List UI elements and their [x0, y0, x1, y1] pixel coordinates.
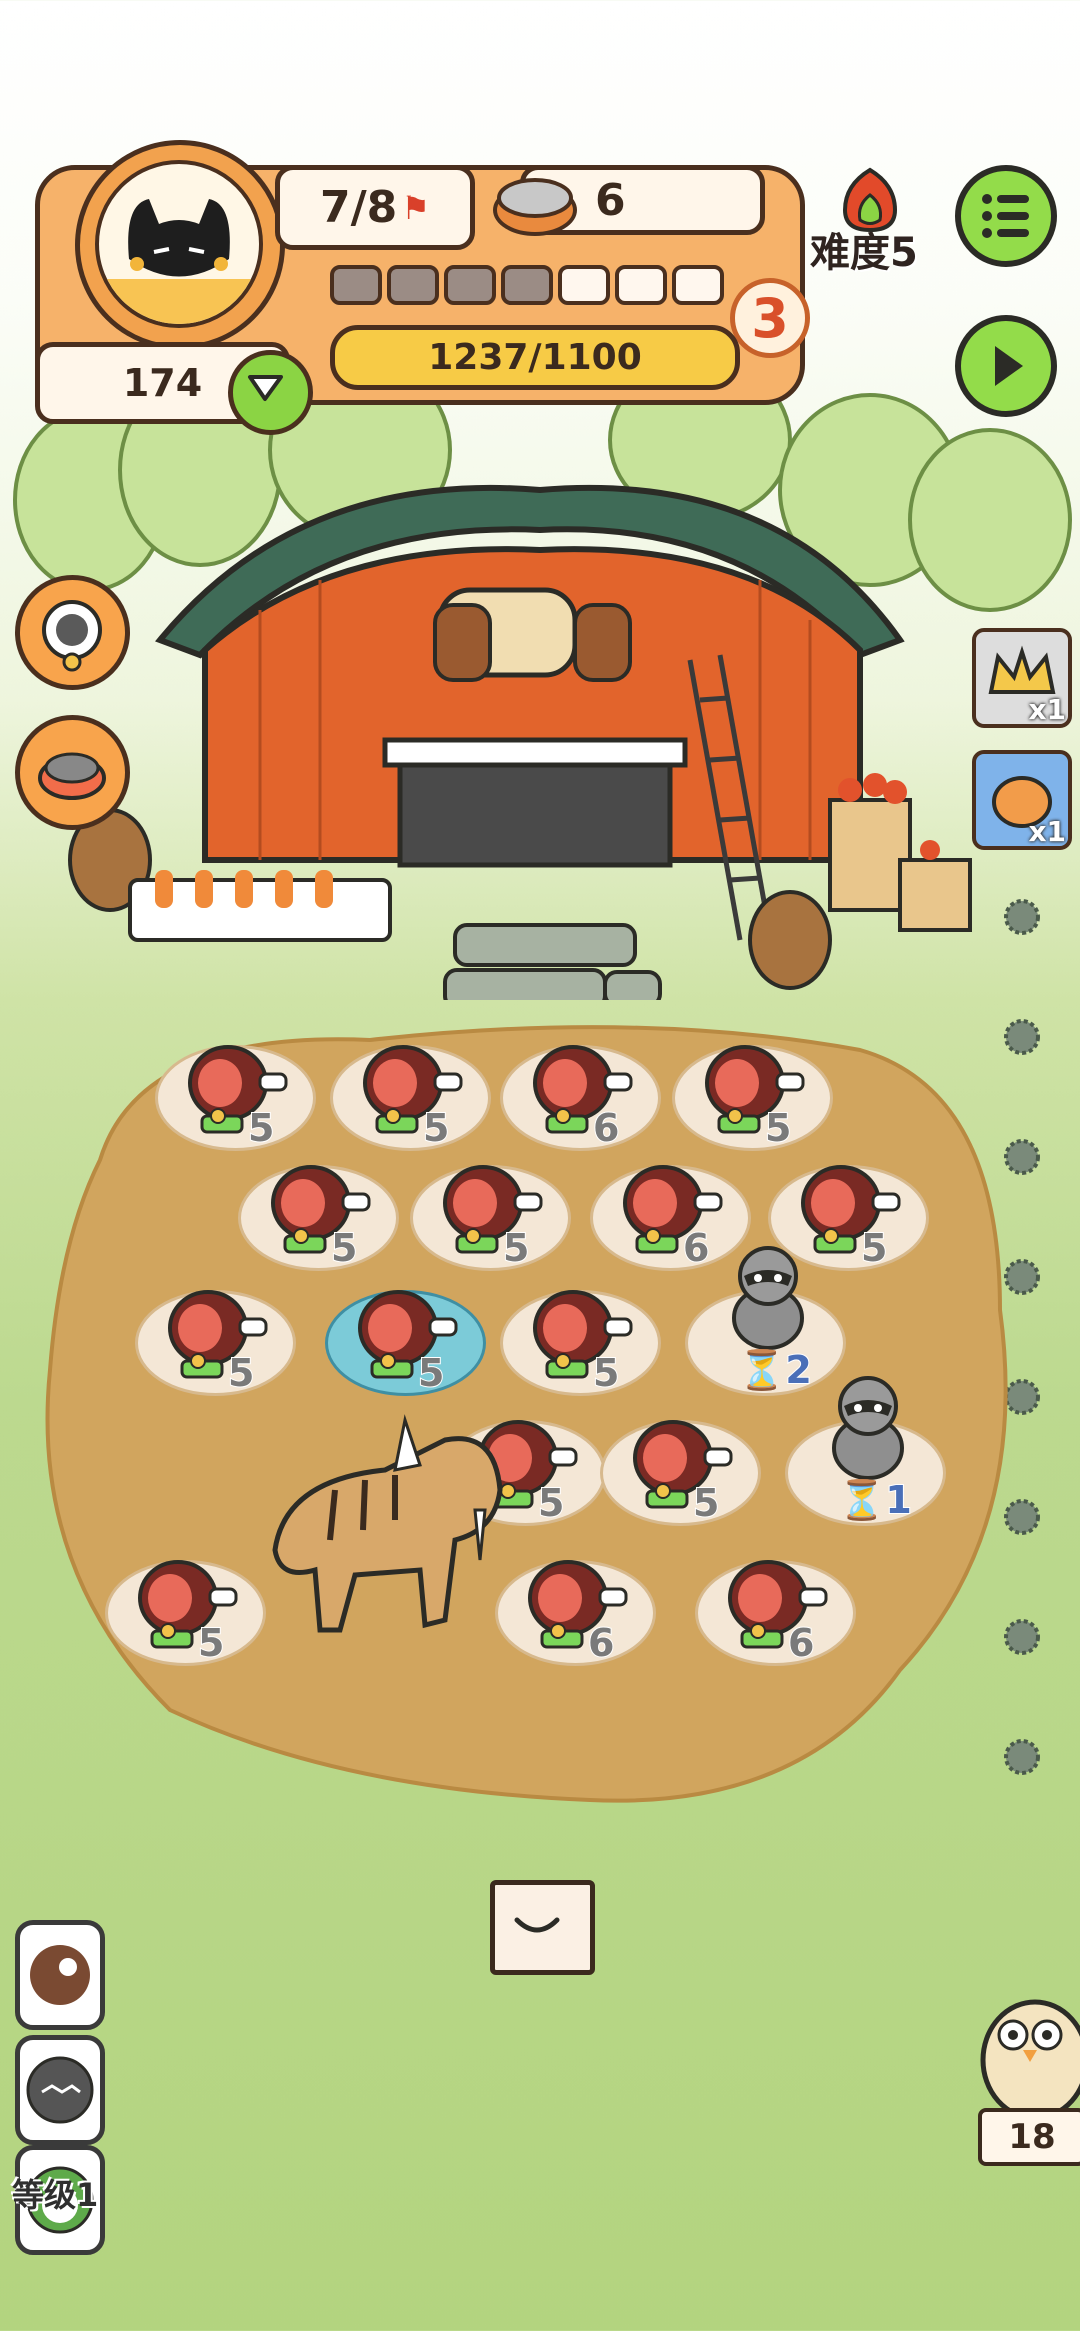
raccoon-timer: ⏳1	[837, 1477, 913, 1523]
meat-value: 6	[682, 1225, 710, 1271]
drawer-toggle-button[interactable]	[490, 1880, 595, 1975]
cat-button[interactable]	[15, 2035, 105, 2145]
meat-value: 6	[587, 1620, 615, 1666]
meat-plot[interactable]: 6	[500, 1045, 661, 1151]
progress-segment	[501, 265, 553, 305]
progress-segment	[615, 265, 667, 305]
food-plate-icon	[645, 1483, 689, 1509]
progress-segment	[330, 265, 382, 305]
progress-segment	[558, 265, 610, 305]
bag-count: x1	[1028, 815, 1066, 848]
food-plate-icon	[545, 1108, 589, 1134]
flag-count: 7/8	[320, 182, 398, 233]
meat-value: 5	[247, 1105, 275, 1151]
difficulty-label: 难度5	[810, 230, 918, 276]
meat-plot[interactable]: 5	[672, 1045, 833, 1151]
menu-icon	[982, 194, 1029, 238]
bowl-icon	[38, 752, 106, 800]
play-icon	[995, 346, 1023, 386]
food-count: 6	[595, 174, 626, 226]
food-plate-icon	[283, 1228, 327, 1254]
raccoon-icon	[732, 1246, 804, 1350]
farm-scenery	[13, 380, 1072, 1000]
bag-item-slot[interactable]: x1	[972, 750, 1072, 850]
meat-value: 5	[764, 1105, 792, 1151]
meat-value: 5	[537, 1480, 565, 1526]
meat-plot[interactable]: 6	[695, 1560, 856, 1666]
meat-value: 6	[592, 1105, 620, 1151]
progress-segment	[387, 265, 439, 305]
food-plate-icon	[540, 1623, 584, 1649]
meat-plot[interactable]: 5	[410, 1165, 571, 1271]
meat-value: 5	[860, 1225, 888, 1271]
food-plate-icon	[740, 1623, 784, 1649]
meat-value: 5	[592, 1350, 620, 1396]
food-plate-icon	[200, 1108, 244, 1134]
spike-marker-icon	[1004, 899, 1040, 935]
crown-item-slot[interactable]: x1	[972, 628, 1072, 728]
owl-icon[interactable]	[965, 1990, 1080, 2120]
chevron-down-icon	[514, 1917, 560, 1933]
meat-value: 5	[330, 1225, 358, 1271]
cat-face-icon	[26, 2056, 94, 2124]
meat-value: 5	[197, 1620, 225, 1666]
sabertooth-tiger[interactable]	[245, 1400, 525, 1660]
meat-plot[interactable]: 5	[325, 1290, 486, 1396]
food-plate-icon	[545, 1353, 589, 1379]
flag-counter: 7/8 ⚑	[275, 165, 475, 250]
meat-value: 5	[417, 1350, 445, 1396]
bowl-button[interactable]	[15, 715, 130, 830]
level-badge: 3	[730, 278, 810, 358]
meat-value: 5	[227, 1350, 255, 1396]
food-plate-icon	[717, 1108, 761, 1134]
food-plate-icon	[375, 1108, 419, 1134]
food-plate-icon	[180, 1353, 224, 1379]
food-bowl-icon	[493, 178, 577, 236]
meat-value: 5	[502, 1225, 530, 1271]
meat-plot[interactable]: 5	[135, 1290, 296, 1396]
collar-button[interactable]	[15, 575, 130, 690]
xp-text: 1237/1100	[428, 337, 642, 378]
meat-plot[interactable]: 5	[600, 1420, 761, 1526]
xp-bar: 1237/1100	[330, 325, 740, 390]
food-plate-icon	[455, 1228, 499, 1254]
meat-plot[interactable]: 5	[155, 1045, 316, 1151]
pet-icon	[30, 1945, 90, 2005]
raccoon-timer-value: 1	[884, 1477, 912, 1523]
shield-button[interactable]	[228, 350, 313, 435]
avatar[interactable]	[95, 160, 263, 328]
pet-button[interactable]	[15, 1920, 105, 2030]
play-button[interactable]	[955, 315, 1057, 417]
meat-plot[interactable]: 5	[105, 1560, 266, 1666]
chevron-down-icon	[248, 375, 283, 401]
flag-icon: ⚑	[401, 188, 430, 227]
food-plate-icon	[150, 1623, 194, 1649]
raccoon-plot[interactable]: ⏳1	[785, 1376, 946, 1526]
coin-count: 174	[122, 361, 203, 405]
black-cat-icon	[99, 199, 259, 324]
meat-plot[interactable]: 5	[330, 1045, 491, 1151]
raccoon-timer: ⏳2	[737, 1347, 813, 1393]
meat-value: 6	[787, 1620, 815, 1666]
crown-count: x1	[1028, 693, 1066, 726]
owl-count: 18	[978, 2108, 1080, 2166]
meat-value: 5	[692, 1480, 720, 1526]
meat-plot[interactable]: 5	[238, 1165, 399, 1271]
food-plate-icon	[370, 1353, 414, 1379]
meat-plot[interactable]: 5	[500, 1290, 661, 1396]
progress-segments	[330, 265, 724, 305]
progress-segment	[444, 265, 496, 305]
meat-value: 5	[422, 1105, 450, 1151]
collar-icon	[42, 600, 102, 672]
menu-button[interactable]	[955, 165, 1057, 267]
level-label: 等级1	[12, 2176, 99, 2214]
raccoon-icon	[832, 1376, 904, 1480]
food-plate-icon	[635, 1228, 679, 1254]
progress-segment	[672, 265, 724, 305]
